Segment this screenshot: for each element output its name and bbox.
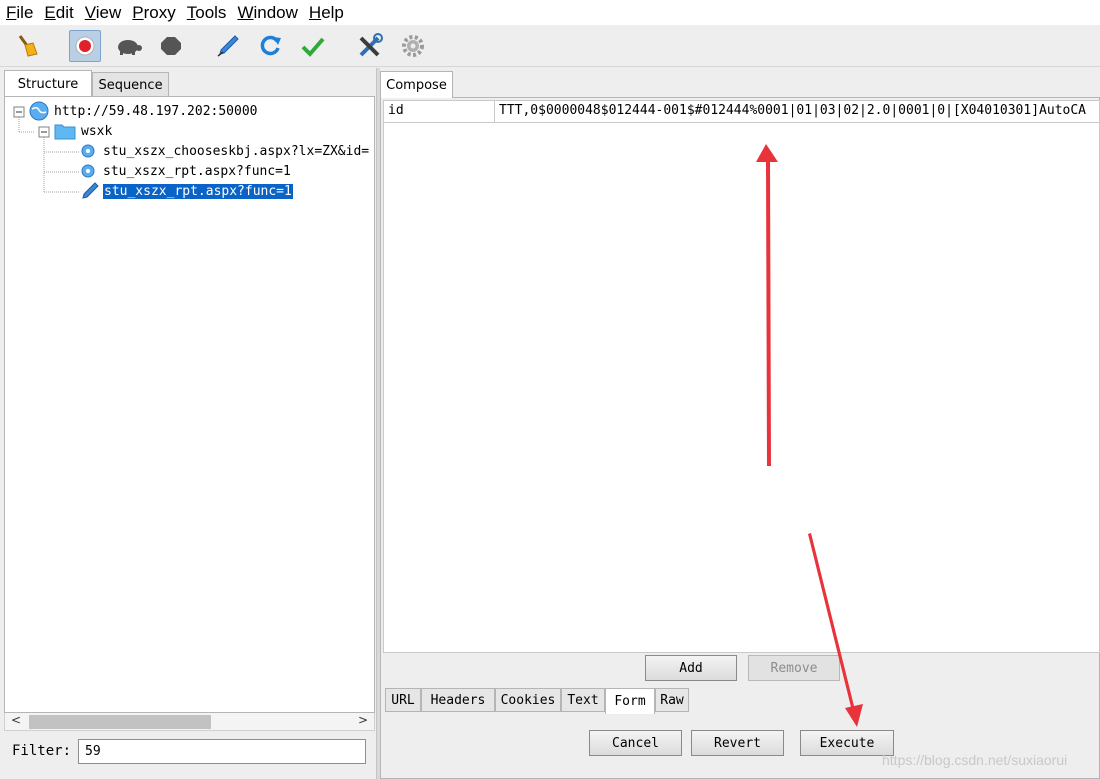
tab-cookies[interactable]: Cookies <box>495 688 561 712</box>
menu-window[interactable]: Window <box>237 3 297 23</box>
tab-url[interactable]: URL <box>385 688 421 712</box>
tree-folder[interactable]: wsxk <box>54 121 112 141</box>
settings-icon[interactable] <box>397 30 429 62</box>
cancel-button[interactable]: Cancel <box>589 730 682 756</box>
tab-compose[interactable]: Compose <box>380 71 453 98</box>
filter-input[interactable]: 59 <box>78 739 366 764</box>
scroll-thumb[interactable] <box>29 715 211 729</box>
validate-icon[interactable] <box>297 30 329 62</box>
execute-button[interactable]: Execute <box>800 730 894 756</box>
compose-pen-icon[interactable] <box>212 30 244 62</box>
tree-item-label: stu_xszx_chooseskbj.aspx?lx=ZX&id= <box>103 143 370 159</box>
request-icon <box>81 144 95 158</box>
tree-item-label: stu_xszx_rpt.aspx?func=1 <box>103 183 293 199</box>
menu-tools[interactable]: Tools <box>187 3 227 23</box>
form-field-name[interactable]: id <box>384 101 495 122</box>
tab-headers[interactable]: Headers <box>421 688 495 712</box>
toolbar <box>0 25 1100 67</box>
request-icon <box>81 164 95 178</box>
watermark: https://blog.csdn.net/suxiaorui <box>882 752 1068 768</box>
tab-raw[interactable]: Raw <box>655 688 689 712</box>
record-icon[interactable] <box>69 30 101 62</box>
menu-bar: File Edit View Proxy Tools Window Help <box>0 0 1100 25</box>
tree-host[interactable]: http://59.48.197.202:50000 <box>29 101 258 121</box>
globe-icon <box>29 101 49 121</box>
filter-label: Filter: <box>12 743 72 759</box>
add-button[interactable]: Add <box>645 655 737 681</box>
compose-pen-icon <box>81 182 99 200</box>
scroll-left-icon[interactable]: < <box>11 713 21 727</box>
tree-item-selected[interactable]: stu_xszx_rpt.aspx?func=1 <box>81 181 293 201</box>
menu-edit[interactable]: Edit <box>44 3 73 23</box>
stop-icon[interactable] <box>155 30 187 62</box>
menu-view[interactable]: View <box>85 3 122 23</box>
menu-file[interactable]: File <box>6 3 33 23</box>
structure-tree: http://59.48.197.202:50000 wsxk stu_xszx… <box>4 96 375 713</box>
revert-button[interactable]: Revert <box>691 730 784 756</box>
tab-sequence[interactable]: Sequence <box>92 72 169 97</box>
menu-help[interactable]: Help <box>309 3 344 23</box>
tab-form[interactable]: Form <box>605 688 655 714</box>
tree-horizontal-scrollbar[interactable]: < > <box>4 713 375 731</box>
turtle-icon[interactable] <box>113 30 145 62</box>
form-row[interactable]: id TTT,0$0000048$012444-001$#012444%0001… <box>384 101 1100 123</box>
tools-icon[interactable] <box>354 30 386 62</box>
folder-icon <box>54 122 76 140</box>
tab-text[interactable]: Text <box>561 688 605 712</box>
tab-structure[interactable]: Structure <box>4 70 92 98</box>
broom-icon[interactable] <box>11 30 43 62</box>
form-field-value[interactable]: TTT,0$0000048$012444-001$#012444%0001|01… <box>495 101 1100 122</box>
repeat-icon[interactable] <box>254 30 286 62</box>
scroll-right-icon[interactable]: > <box>358 713 368 727</box>
tree-item[interactable]: stu_xszx_rpt.aspx?func=1 <box>81 161 291 181</box>
remove-button[interactable]: Remove <box>748 655 840 681</box>
tree-host-label: http://59.48.197.202:50000 <box>54 103 258 119</box>
form-table: id TTT,0$0000048$012444-001$#012444%0001… <box>383 100 1100 653</box>
tree-folder-label: wsxk <box>81 123 113 139</box>
tree-item-label: stu_xszx_rpt.aspx?func=1 <box>103 163 291 179</box>
menu-proxy[interactable]: Proxy <box>132 3 175 23</box>
tree-item[interactable]: stu_xszx_chooseskbj.aspx?lx=ZX&id= <box>81 141 369 161</box>
